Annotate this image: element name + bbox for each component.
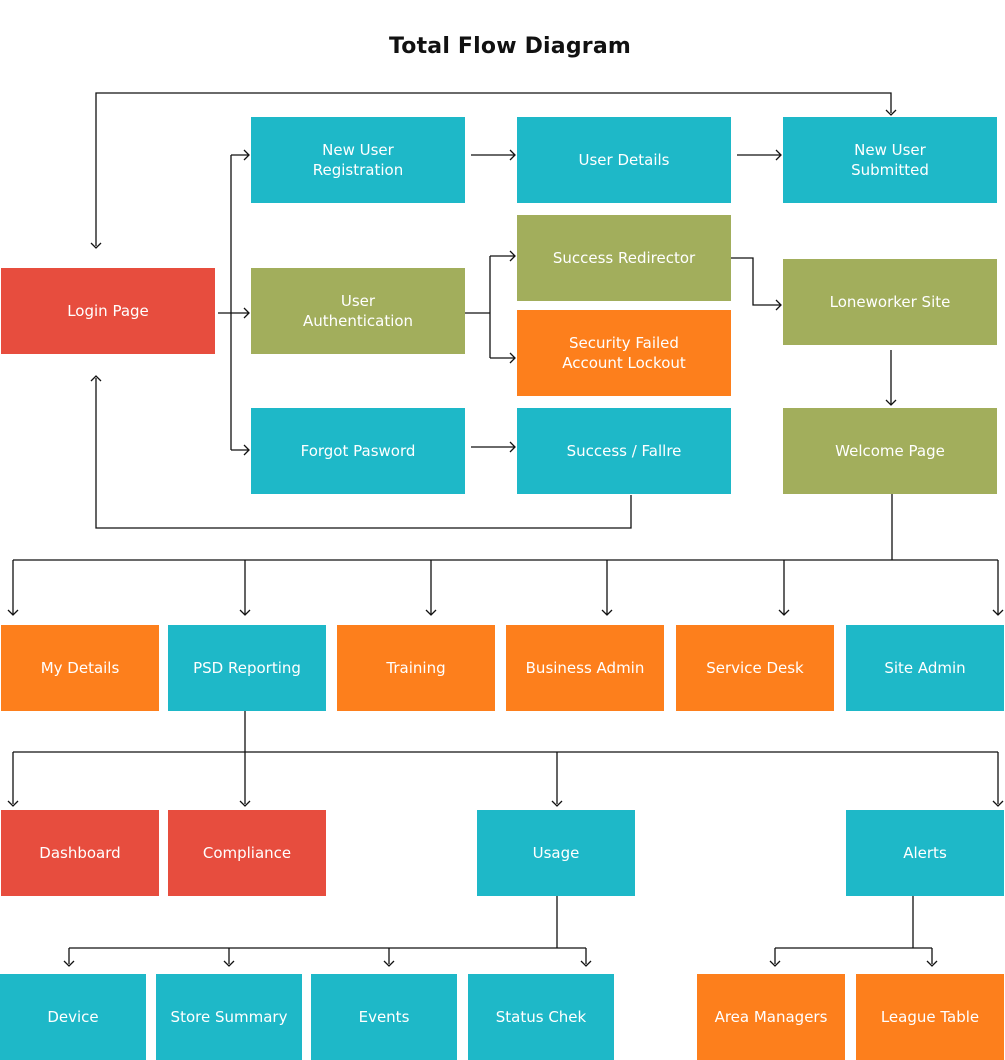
node-welcome-page: Welcome Page	[783, 408, 997, 494]
node-new-user-submitted: New User Submitted	[783, 117, 997, 203]
node-device: Device	[0, 974, 146, 1060]
node-forgot-pasword: Forgot Pasword	[251, 408, 465, 494]
node-store-summary: Store Summary	[156, 974, 302, 1060]
node-loneworker-site: Loneworker Site	[783, 259, 997, 345]
node-new-user-registration: New User Registration	[251, 117, 465, 203]
node-usage: Usage	[477, 810, 635, 896]
node-events: Events	[311, 974, 457, 1060]
node-site-admin: Site Admin	[846, 625, 1004, 711]
edge-redirector-to-loneworker	[731, 257, 780, 306]
node-business-admin: Business Admin	[506, 625, 664, 711]
node-dashboard: Dashboard	[1, 810, 159, 896]
node-user-details: User Details	[517, 117, 731, 203]
node-user-authentication: User Authentication	[251, 268, 465, 354]
node-success-fallre: Success / Fallre	[517, 408, 731, 494]
node-compliance: Compliance	[168, 810, 326, 896]
node-training: Training	[337, 625, 495, 711]
node-psd-reporting: PSD Reporting	[168, 625, 326, 711]
node-area-managers: Area Managers	[697, 974, 845, 1060]
edge-login-submitted-loop	[95, 92, 892, 246]
node-status-chek: Status Chek	[468, 974, 614, 1060]
node-service-desk: Service Desk	[676, 625, 834, 711]
node-my-details: My Details	[1, 625, 159, 711]
node-success-redirector: Success Redirector	[517, 215, 731, 301]
node-login-page: Login Page	[1, 268, 215, 354]
node-security-failed-account-lockout: Security Failed Account Lockout	[517, 310, 731, 396]
node-league-table: League Table	[856, 974, 1004, 1060]
node-alerts: Alerts	[846, 810, 1004, 896]
